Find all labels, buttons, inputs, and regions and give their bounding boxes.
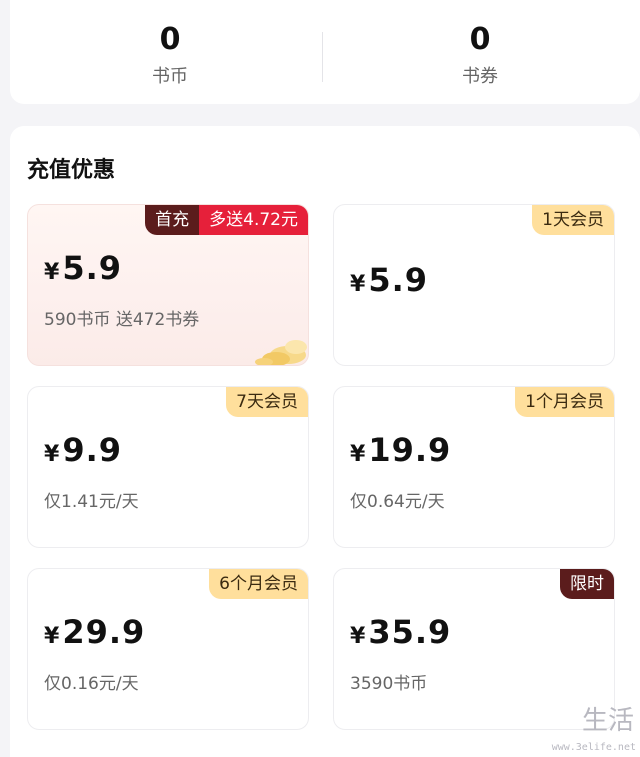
offer-card-6-month[interactable]: 6个月会员 ¥29.9 仅0.16元/天 (27, 568, 309, 730)
recharge-offers-card: 充值优惠 首充 多送4.72元 ¥5.9 590书币 送472书券 1天会员 ¥… (10, 126, 640, 757)
membership-tag: 1个月会员 (515, 387, 614, 417)
offer-price: ¥29.9 (44, 613, 146, 651)
offer-description: 仅1.41元/天 (44, 492, 139, 512)
book-coin-value: 0 (159, 22, 181, 57)
balance-card: 0 书币 0 书券 (10, 0, 640, 104)
offer-card-1-day[interactable]: 1天会员 ¥5.9 (333, 204, 615, 366)
book-voucher-balance[interactable]: 0 书券 (320, 24, 640, 88)
offer-price: ¥9.9 (44, 431, 122, 469)
book-voucher-value: 0 (469, 22, 491, 57)
limited-time-tag: 限时 (560, 569, 614, 599)
book-coin-balance[interactable]: 0 书币 (10, 24, 330, 88)
watermark-logo: 生活 (581, 706, 634, 736)
membership-tag: 7天会员 (226, 387, 308, 417)
offer-description: 仅0.16元/天 (44, 674, 139, 694)
section-title: 充值优惠 (27, 158, 116, 183)
watermark-url: www.3elife.net (551, 742, 636, 753)
bonus-tag: 多送4.72元 (199, 205, 308, 235)
book-voucher-label: 书券 (462, 66, 498, 87)
first-recharge-tag: 首充 (145, 205, 200, 235)
offer-description: 3590书币 (350, 674, 428, 694)
offer-description: 仅0.64元/天 (350, 492, 445, 512)
membership-tag: 6个月会员 (209, 569, 308, 599)
coins-icon (255, 340, 307, 365)
offer-price: ¥5.9 (44, 249, 122, 287)
offer-description: 590书币 送472书券 (44, 310, 200, 330)
membership-tag: 1天会员 (532, 205, 614, 235)
offer-card-limited[interactable]: 限时 ¥35.9 3590书币 (333, 568, 615, 730)
offer-price: ¥35.9 (350, 613, 452, 651)
offer-price: ¥5.9 (350, 261, 428, 299)
offer-card-7-day[interactable]: 7天会员 ¥9.9 仅1.41元/天 (27, 386, 309, 548)
offer-tags: 首充 多送4.72元 (145, 205, 308, 235)
offer-card-first-recharge[interactable]: 首充 多送4.72元 ¥5.9 590书币 送472书券 (27, 204, 309, 366)
offer-price: ¥19.9 (350, 431, 452, 469)
book-coin-label: 书币 (152, 66, 188, 87)
offer-card-1-month[interactable]: 1个月会员 ¥19.9 仅0.64元/天 (333, 386, 615, 548)
